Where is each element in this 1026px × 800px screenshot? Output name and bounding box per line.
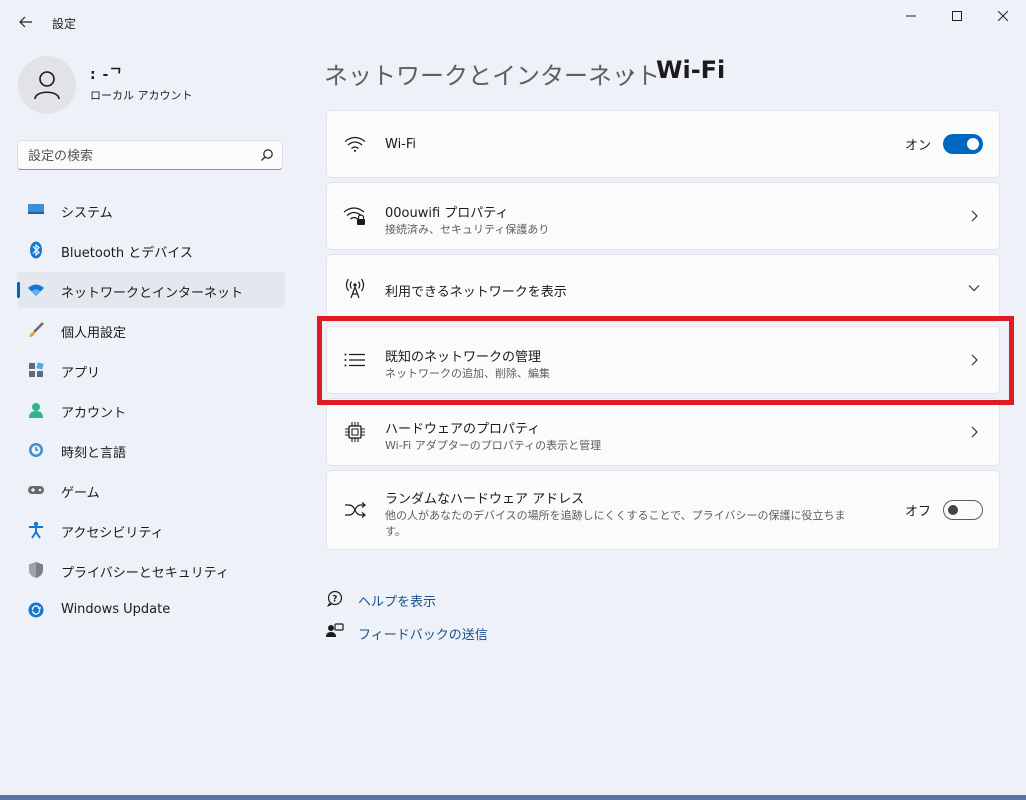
gaming-icon [27, 481, 45, 499]
random-address-toggle[interactable] [943, 500, 983, 520]
sidebar-item-accessibility[interactable]: アクセシビリティ [17, 512, 285, 548]
back-arrow-icon [19, 16, 32, 28]
bluetooth-icon [27, 241, 45, 259]
sidebar-item-gaming[interactable]: ゲーム [17, 472, 285, 508]
random-address-subtitle: 他の人があなたのデバイスの場所を追跡しにくくすることで、プライバシーの保護に役立… [385, 509, 846, 522]
hardware-title: ハードウェアのプロパティ [385, 422, 541, 437]
sidebar-item-label: アカウント [61, 406, 127, 421]
sidebar-item-time-language[interactable]: 時刻と言語 [17, 432, 285, 468]
system-icon [27, 201, 45, 219]
sidebar-item-label: ゲーム [61, 486, 100, 501]
chevron-down-icon[interactable] [967, 281, 981, 295]
sidebar-item-personalization[interactable]: 個人用設定 [17, 312, 285, 348]
breadcrumb-parent[interactable]: ネットワークとインターネット [324, 56, 660, 91]
sidebar-item-label: 時刻と言語 [61, 446, 127, 461]
sidebar-item-system[interactable]: システム [17, 192, 285, 228]
sidebar-item-label: Windows Update [61, 602, 171, 617]
sidebar-item-network[interactable]: ネットワークとインターネット [17, 272, 285, 308]
minimize-button[interactable] [888, 6, 934, 26]
random-address-subtitle-cont: す。 [385, 525, 406, 538]
minimize-icon [906, 15, 916, 17]
accessibility-icon [27, 521, 45, 539]
chevron-right-icon [967, 209, 981, 223]
toggle-knob [967, 138, 979, 150]
settings-window: 設定 : -ᄀ ローカル アカウント 設定の検索 システム Bluetooth … [0, 0, 1026, 800]
random-hardware-address-card[interactable]: ランダムなハードウェア アドレス 他の人があなたのデバイスの場所を追跡しにくくす… [326, 470, 1000, 550]
title-bar: 設定 [0, 0, 1026, 44]
time-language-icon [27, 441, 45, 459]
help-link-label[interactable]: ヘルプを表示 [358, 591, 436, 610]
chip-icon [343, 420, 367, 444]
close-icon [998, 11, 1008, 21]
help-icon: ? [327, 590, 343, 607]
account-type: ローカル アカウント [90, 89, 193, 102]
hardware-subtitle: Wi-Fi アダプターのプロパティの表示と管理 [385, 439, 602, 452]
feedback-link-label[interactable]: フィードバックの送信 [358, 624, 488, 643]
network-properties-card[interactable]: 00ouwifi プロパティ 接続済み、セキュリティ保護あり [326, 182, 1000, 250]
wifi-network-icon [27, 281, 45, 299]
user-name: : -ᄀ [90, 67, 124, 83]
apps-icon [27, 361, 45, 379]
sidebar-item-label: 個人用設定 [61, 326, 127, 341]
sidebar-item-label: アプリ [61, 366, 101, 381]
antenna-icon [343, 276, 367, 300]
sidebar-item-label: ネットワークとインターネット [61, 286, 244, 301]
toggle-knob [948, 505, 958, 515]
maximize-button[interactable] [934, 6, 980, 26]
shield-icon [27, 561, 45, 579]
random-toggle-label: オフ [904, 504, 931, 520]
available-networks-title: 利用できるネットワークを表示 [385, 285, 567, 300]
sidebar-item-bluetooth[interactable]: Bluetooth とデバイス [17, 232, 285, 268]
feedback-icon [326, 623, 344, 637]
avatar [18, 56, 76, 114]
svg-text:?: ? [332, 595, 337, 605]
sidebar-item-label: プライバシーとセキュリティ [61, 566, 229, 581]
back-button[interactable] [12, 10, 40, 34]
sidebar-item-label: システム [61, 206, 113, 221]
hardware-properties-card[interactable]: ハードウェアのプロパティ Wi-Fi アダプターのプロパティの表示と管理 [326, 398, 1000, 466]
page-title: Wi-Fi [656, 56, 726, 84]
sidebar-item-apps[interactable]: アプリ [17, 352, 285, 388]
wifi-icon [343, 132, 367, 156]
breadcrumb-separator: › [628, 62, 636, 83]
window-frame-bottom [0, 795, 1026, 800]
available-networks-card[interactable]: 利用できるネットワークを表示 [326, 254, 1000, 322]
sidebar-item-label: アクセシビリティ [61, 526, 164, 541]
update-icon [27, 601, 45, 619]
sidebar-nav: システム Bluetooth とデバイス ネットワークとインターネット 個人用設… [17, 192, 285, 632]
wifi-title: Wi-Fi [385, 137, 417, 152]
search-icon[interactable] [260, 148, 274, 162]
settings-search[interactable] [17, 140, 283, 170]
sidebar-item-windows-update[interactable]: Windows Update [17, 592, 285, 628]
sidebar-item-label: Bluetooth とデバイス [61, 246, 193, 261]
close-button[interactable] [980, 6, 1026, 26]
wifi-toggle-label: オン [904, 138, 931, 154]
brush-icon [27, 321, 45, 339]
highlight-box [317, 316, 1014, 405]
maximize-icon [952, 11, 962, 21]
wifi-toggle[interactable] [943, 134, 983, 154]
sidebar-item-privacy[interactable]: プライバシーとセキュリティ [17, 552, 285, 588]
account-icon [27, 401, 45, 419]
properties-title: 00ouwifi プロパティ [385, 206, 509, 221]
properties-subtitle: 接続済み、セキュリティ保護あり [385, 223, 550, 236]
shuffle-icon [343, 498, 367, 522]
random-address-title: ランダムなハードウェア アドレス [385, 492, 585, 507]
wifi-toggle-card[interactable]: Wi-Fi オン [326, 110, 1000, 178]
wifi-lock-icon [343, 204, 367, 228]
chevron-right-icon [967, 425, 981, 439]
search-input[interactable] [26, 145, 250, 167]
app-title: 設定 [52, 17, 77, 31]
sidebar-item-accounts[interactable]: アカウント [17, 392, 285, 428]
person-icon [34, 71, 60, 100]
